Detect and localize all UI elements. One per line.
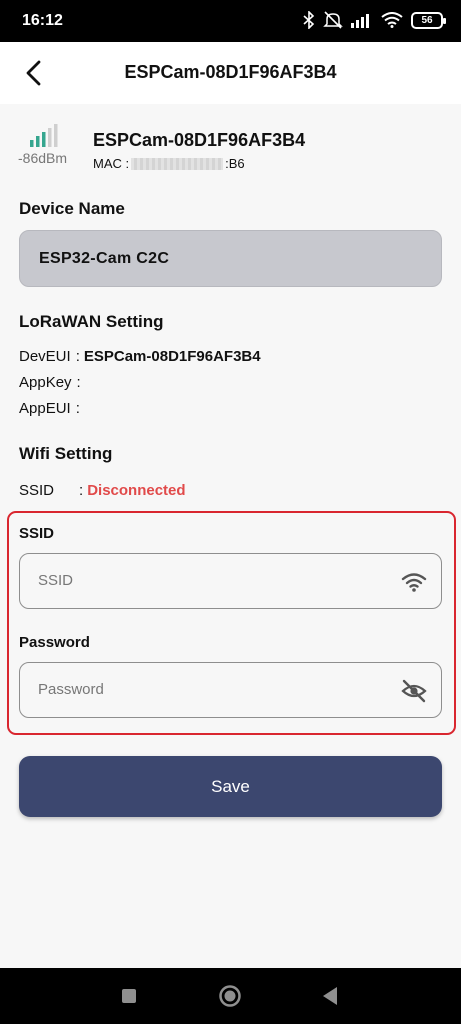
- password-placeholder: Password: [38, 681, 104, 698]
- home-circle-icon[interactable]: [218, 984, 242, 1008]
- wifi-scan-icon[interactable]: [401, 569, 427, 595]
- appkey-sep: :: [76, 374, 81, 391]
- device-name: ESPCam-08D1F96AF3B4: [93, 130, 306, 150]
- back-triangle-icon[interactable]: [321, 986, 339, 1006]
- device-name-heading: Device Name: [19, 199, 125, 218]
- status-bar: 16:12 56: [0, 0, 461, 42]
- battery-icon: 56: [411, 11, 446, 29]
- system-nav-bar: [0, 968, 461, 1024]
- status-time: 16:12: [22, 12, 63, 29]
- deveui-sep: :: [75, 348, 80, 365]
- wifi-icon: [381, 12, 403, 28]
- password-field-label: Password: [19, 634, 90, 651]
- mac-suffix: :B6: [225, 156, 245, 171]
- deveui-value: ESPCam-08D1F96AF3B4: [83, 348, 261, 365]
- rssi-value: -86dBm: [18, 150, 68, 166]
- mac-redacted: [131, 157, 224, 170]
- password-input[interactable]: Password: [19, 662, 442, 718]
- wifi-status-row: SSID : Disconnected: [19, 482, 186, 499]
- signal-strength: -86dBm: [18, 122, 76, 170]
- appeui-row: AppEUI :: [19, 400, 84, 417]
- wifi-heading: Wifi Setting: [19, 444, 113, 463]
- ssid-input[interactable]: SSID: [19, 553, 442, 609]
- recents-square-icon[interactable]: [121, 988, 137, 1004]
- deveui-label: DevEUI: [19, 348, 71, 365]
- lorawan-heading: LoRaWAN Setting: [19, 312, 164, 331]
- status-icons: 56: [303, 11, 446, 29]
- ssid-field-label: SSID: [19, 525, 55, 542]
- mac-label: MAC :: [93, 156, 130, 171]
- mac-address: MAC : :B6: [93, 156, 245, 171]
- appkey-label: AppKey: [19, 374, 72, 391]
- app-bar: ESPCam-08D1F96AF3B4: [0, 42, 461, 104]
- wifi-ssid-sep: :: [79, 482, 84, 499]
- appeui-sep: :: [75, 400, 80, 417]
- bluetooth-icon: [303, 11, 315, 29]
- cellular-signal-icon: [351, 14, 369, 28]
- ssid-placeholder: SSID: [38, 572, 74, 589]
- appeui-label: AppEUI: [19, 400, 71, 417]
- wifi-status: Disconnected: [87, 482, 186, 499]
- page-title: ESPCam-08D1F96AF3B4: [124, 62, 337, 82]
- wifi-ssid-label: SSID: [19, 482, 55, 499]
- save-button[interactable]: Save: [19, 756, 442, 817]
- visibility-off-icon[interactable]: [401, 678, 427, 704]
- appkey-row: AppKey :: [19, 374, 85, 391]
- signal-bars-icon: [30, 124, 58, 147]
- deveui-row: DevEUI : ESPCam-08D1F96AF3B4: [19, 348, 261, 365]
- mute-icon: [323, 11, 343, 29]
- device-name-field[interactable]: ESP32-Cam C2C: [19, 230, 442, 287]
